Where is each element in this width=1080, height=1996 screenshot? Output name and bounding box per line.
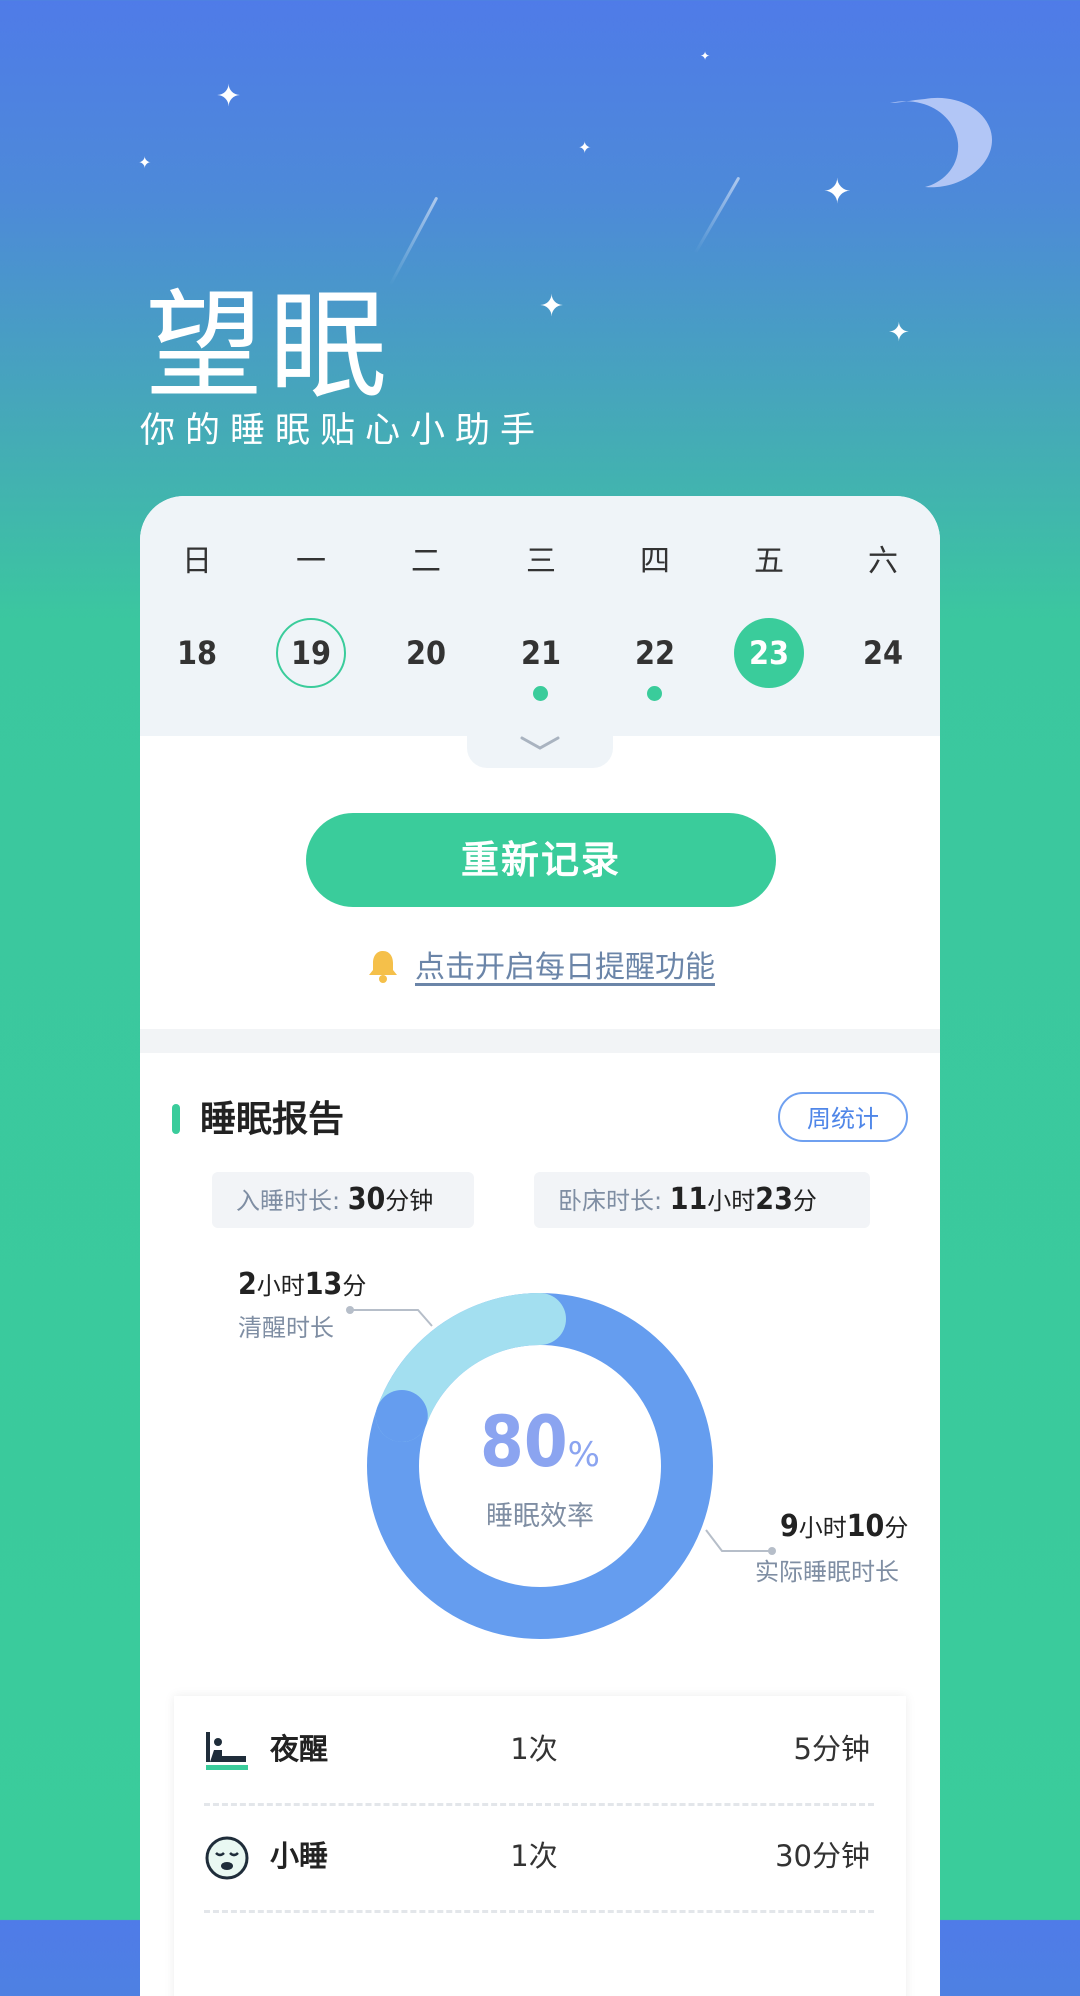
in-bed-hours: 11	[669, 1182, 708, 1217]
awake-minutes-unit: 分	[342, 1272, 367, 1300]
actual-sleep-minutes-unit: 分	[884, 1514, 909, 1542]
chevron-down-icon	[520, 736, 560, 750]
calendar-day-today[interactable]: 19	[276, 618, 346, 688]
weekly-stats-button[interactable]: 周统计	[778, 1092, 908, 1142]
title-accent-bar	[172, 1104, 180, 1134]
sleep-detail-list: 夜醒 1次 5分钟 小睡 1次 30分钟	[174, 1696, 906, 1996]
reminder-row[interactable]: 点击开启每日提醒功能	[140, 942, 940, 987]
in-bed-minutes: 23	[755, 1182, 793, 1217]
awake-hours-unit: 小时	[256, 1272, 305, 1300]
list-item: 小睡 1次 30分钟	[174, 1803, 906, 1909]
star-icon: ✦	[888, 318, 910, 348]
efficiency-number: 80	[480, 1401, 568, 1483]
calendar-day[interactable]: 24	[848, 618, 918, 688]
star-icon: ✦	[700, 49, 711, 63]
sleep-onset-stat: 入睡时长: 30分钟	[212, 1172, 474, 1228]
in-bed-label: 卧床时长:	[558, 1187, 663, 1215]
detail-name: 小睡	[270, 1839, 329, 1873]
weekday-label: 五	[754, 544, 784, 579]
sleep-onset-unit: 分钟	[385, 1187, 434, 1215]
weekday-label: 三	[526, 544, 556, 579]
meteor-decoration	[388, 196, 439, 287]
actual-sleep-minutes: 10	[846, 1509, 885, 1544]
calendar-expand-toggle[interactable]	[467, 734, 613, 768]
in-bed-stat: 卧床时长: 11小时23分	[534, 1172, 870, 1228]
calendar-day[interactable]: 20	[391, 618, 461, 688]
weekday-label: 二	[411, 544, 441, 579]
efficiency-value: 80%	[360, 1401, 720, 1483]
awake-hours: 2	[238, 1267, 257, 1302]
record-again-button[interactable]: 重新记录	[306, 813, 776, 907]
app-title: 望眠	[145, 277, 394, 415]
sleep-onset-value: 30	[347, 1182, 386, 1217]
detail-duration: 5分钟	[793, 1732, 870, 1766]
list-item: 夜醒 1次 5分钟	[174, 1696, 906, 1802]
calendar-day-selected[interactable]: 23	[734, 618, 804, 688]
star-icon: ✦	[578, 138, 592, 157]
main-card: 日 一 二 三 四 五 六 18 19 20 21 22 23 24 重新记录 …	[140, 496, 940, 1996]
week-calendar: 日 一 二 三 四 五 六 18 19 20 21 22 23 24	[140, 496, 940, 736]
awake-minutes: 13	[304, 1267, 343, 1302]
in-bed-hours-unit: 小时	[707, 1187, 756, 1215]
section-divider	[140, 1029, 940, 1053]
star-icon: ✦	[216, 79, 242, 114]
efficiency-label: 睡眠效率	[486, 1501, 594, 1532]
report-title: 睡眠报告	[200, 1099, 345, 1140]
actual-sleep-hours: 9	[780, 1509, 799, 1544]
record-dot	[533, 686, 548, 701]
detail-duration: 30分钟	[775, 1839, 870, 1873]
report-header: 睡眠报告 周统计	[172, 1090, 908, 1150]
weekday-label: 六	[868, 544, 898, 579]
app-subtitle: 你的睡眠贴心小助手	[140, 411, 546, 451]
calendar-day[interactable]: 18	[162, 618, 232, 688]
star-icon: ✦	[823, 172, 852, 212]
detail-count: 1次	[510, 1732, 558, 1766]
weekday-row: 日 一 二 三 四 五 六	[140, 527, 940, 587]
weekday-label: 日	[182, 544, 212, 579]
nap-icon	[205, 1836, 249, 1880]
efficiency-unit: %	[567, 1435, 600, 1475]
awake-duration: 2小时13分	[238, 1266, 366, 1302]
actual-sleep-label: 实际睡眠时长	[755, 1558, 899, 1586]
moon-icon	[890, 97, 992, 188]
star-icon: ✦	[138, 153, 152, 172]
calendar-day[interactable]: 22	[620, 618, 690, 688]
bell-icon	[369, 950, 397, 983]
record-dot	[647, 686, 662, 701]
dashed-divider	[204, 1910, 874, 1913]
awake-label: 清醒时长	[238, 1314, 334, 1342]
star-icon: ✦	[539, 289, 565, 324]
detail-count: 1次	[510, 1839, 558, 1873]
actual-sleep-duration: 9小时10分	[780, 1508, 908, 1544]
date-row: 18 19 20 21 22 23 24	[140, 618, 940, 688]
calendar-day[interactable]: 21	[506, 618, 576, 688]
actual-sleep-hours-unit: 小时	[798, 1514, 847, 1542]
weekday-label: 一	[296, 544, 326, 579]
detail-name: 夜醒	[270, 1732, 329, 1766]
in-bed-minutes-unit: 分	[792, 1187, 817, 1215]
night-wake-icon	[206, 1732, 248, 1770]
reminder-link[interactable]: 点击开启每日提醒功能	[415, 950, 715, 985]
meteor-decoration	[693, 176, 741, 255]
weekday-label: 四	[640, 544, 670, 579]
sleep-onset-label: 入睡时长:	[236, 1187, 341, 1215]
